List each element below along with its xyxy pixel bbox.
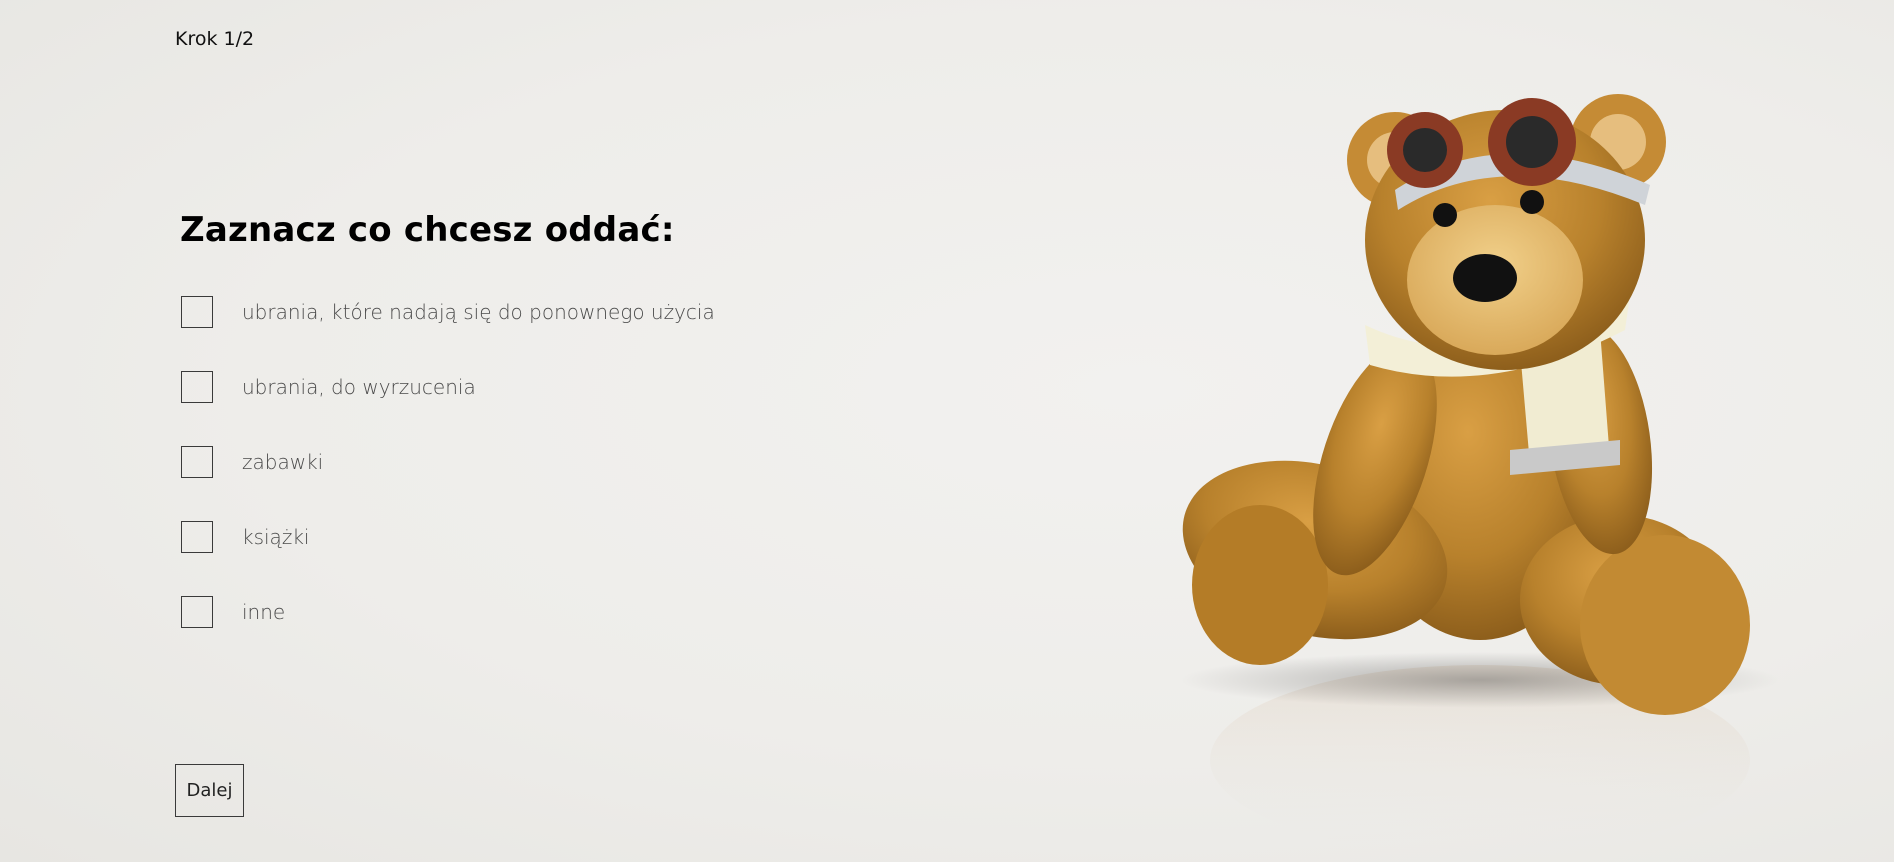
option-books[interactable]: książki [181,520,715,554]
option-label: książki [242,525,310,549]
checkbox-reusable-clothes[interactable] [181,296,213,328]
bear-nose [1453,254,1517,302]
bear-left-foot [1192,505,1328,665]
step-indicator: Krok 1/2 [175,28,255,50]
bear-right-foot [1580,535,1750,715]
option-label: ubrania, do wyrzucenia [242,375,476,399]
option-label: inne [242,600,286,624]
checkbox-toys[interactable] [181,446,213,478]
next-button[interactable]: Dalej [175,764,244,817]
checkbox-other[interactable] [181,596,213,628]
option-list: ubrania, które nadają się do ponownego u… [181,295,715,670]
checkbox-clothes-to-discard[interactable] [181,371,213,403]
checkbox-books[interactable] [181,521,213,553]
option-clothes-to-discard[interactable]: ubrania, do wyrzucenia [181,370,715,404]
form-title: Zaznacz co chcesz oddać: [180,210,675,250]
option-other[interactable]: inne [181,595,715,629]
option-reusable-clothes[interactable]: ubrania, które nadają się do ponownego u… [181,295,715,329]
teddy-bear-image [1180,94,1780,855]
option-label: ubrania, które nadają się do ponownego u… [242,300,715,324]
bear-right-eye [1520,190,1544,214]
option-toys[interactable]: zabawki [181,445,715,479]
bear-left-eye [1433,203,1457,227]
option-label: zabawki [242,450,324,474]
